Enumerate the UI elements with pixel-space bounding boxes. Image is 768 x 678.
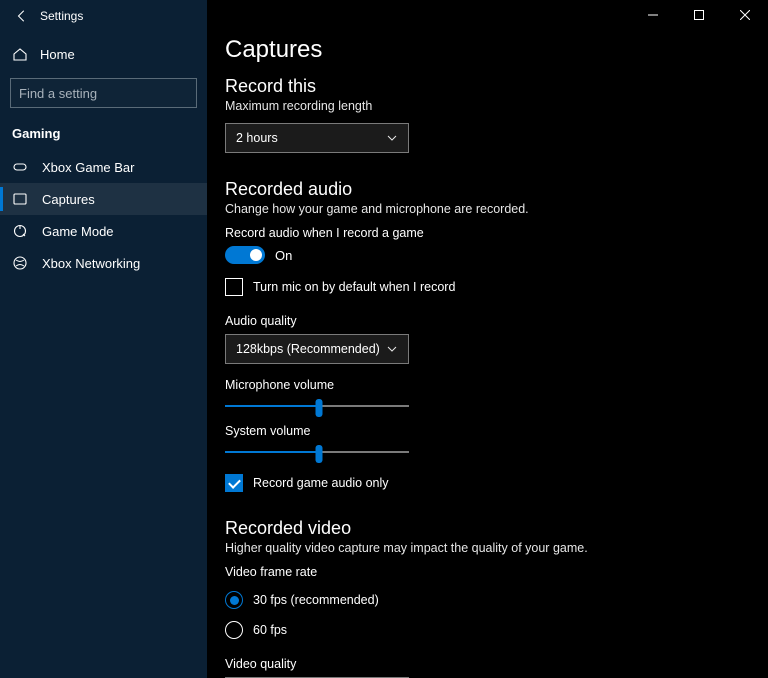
window-controls <box>630 0 768 30</box>
section-recorded-audio-title: Recorded audio <box>225 179 750 200</box>
back-button[interactable] <box>8 2 36 30</box>
max-length-select[interactable]: 2 hours <box>225 123 409 153</box>
sidebar-item-xbox-networking[interactable]: Xbox Networking <box>0 247 207 279</box>
toggle-state: On <box>275 248 292 263</box>
nav-label: Xbox Networking <box>42 256 140 271</box>
fps-30-label: 30 fps (recommended) <box>253 593 379 607</box>
home-label: Home <box>40 47 75 62</box>
game-audio-only-label: Record game audio only <box>253 476 389 490</box>
fps-60-row[interactable]: 60 fps <box>225 621 750 639</box>
mic-volume-label: Microphone volume <box>225 378 750 392</box>
game-mode-icon <box>12 223 28 239</box>
fps-60-label: 60 fps <box>253 623 287 637</box>
mic-default-checkbox-row[interactable]: Turn mic on by default when I record <box>225 278 750 296</box>
record-audio-toggle-row: On <box>225 246 750 264</box>
nav-section-title: Gaming <box>0 122 207 151</box>
app-title: Settings <box>40 9 83 23</box>
section-record-this-sub: Maximum recording length <box>225 99 750 113</box>
sys-volume-label: System volume <box>225 424 750 438</box>
sidebar-item-game-mode[interactable]: Game Mode <box>0 215 207 247</box>
search-input[interactable] <box>19 86 195 101</box>
chevron-down-icon <box>386 132 398 144</box>
minimize-button[interactable] <box>630 0 676 30</box>
close-button[interactable] <box>722 0 768 30</box>
fps-30-radio[interactable] <box>225 591 243 609</box>
sidebar: Settings Home Gaming Xbox Game Bar Captu… <box>0 0 207 678</box>
section-recorded-audio-sub: Change how your game and microphone are … <box>225 202 750 216</box>
chevron-down-icon <box>386 343 398 355</box>
search-box[interactable] <box>10 78 197 108</box>
select-value: 2 hours <box>236 131 278 145</box>
audio-quality-select[interactable]: 128kbps (Recommended) <box>225 334 409 364</box>
game-bar-icon <box>12 159 28 175</box>
video-quality-label: Video quality <box>225 657 750 671</box>
home-button[interactable]: Home <box>0 38 207 70</box>
mic-volume-slider[interactable] <box>225 398 409 414</box>
nav-label: Xbox Game Bar <box>42 160 135 175</box>
audio-quality-label: Audio quality <box>225 314 750 328</box>
record-audio-toggle[interactable] <box>225 246 265 264</box>
nav-label: Captures <box>42 192 95 207</box>
sys-volume-group: System volume <box>225 424 750 460</box>
sidebar-item-captures[interactable]: Captures <box>0 183 207 215</box>
page-title: Captures <box>225 36 750 64</box>
main-content: Captures Record this Maximum recording l… <box>207 0 768 678</box>
sys-volume-slider[interactable] <box>225 444 409 460</box>
mic-default-checkbox[interactable] <box>225 278 243 296</box>
game-audio-only-checkbox[interactable] <box>225 474 243 492</box>
game-audio-only-row[interactable]: Record game audio only <box>225 474 750 492</box>
sidebar-item-xbox-game-bar[interactable]: Xbox Game Bar <box>0 151 207 183</box>
maximize-button[interactable] <box>676 0 722 30</box>
titlebar: Settings <box>0 0 207 32</box>
section-record-this-title: Record this <box>225 76 750 97</box>
minimize-icon <box>648 10 658 20</box>
mic-volume-group: Microphone volume <box>225 378 750 414</box>
close-icon <box>740 10 750 20</box>
xbox-icon <box>12 255 28 271</box>
section-recorded-video-title: Recorded video <box>225 518 750 539</box>
record-audio-toggle-label: Record audio when I record a game <box>225 226 750 240</box>
frame-rate-label: Video frame rate <box>225 565 750 579</box>
select-value: 128kbps (Recommended) <box>236 342 380 356</box>
fps-60-radio[interactable] <box>225 621 243 639</box>
home-icon <box>12 46 28 62</box>
mic-default-label: Turn mic on by default when I record <box>253 280 455 294</box>
nav-label: Game Mode <box>42 224 114 239</box>
maximize-icon <box>694 10 704 20</box>
fps-30-row[interactable]: 30 fps (recommended) <box>225 591 750 609</box>
settings-window: Settings Home Gaming Xbox Game Bar Captu… <box>0 0 768 678</box>
arrow-left-icon <box>15 9 29 23</box>
captures-icon <box>12 191 28 207</box>
section-recorded-video-sub: Higher quality video capture may impact … <box>225 541 750 555</box>
